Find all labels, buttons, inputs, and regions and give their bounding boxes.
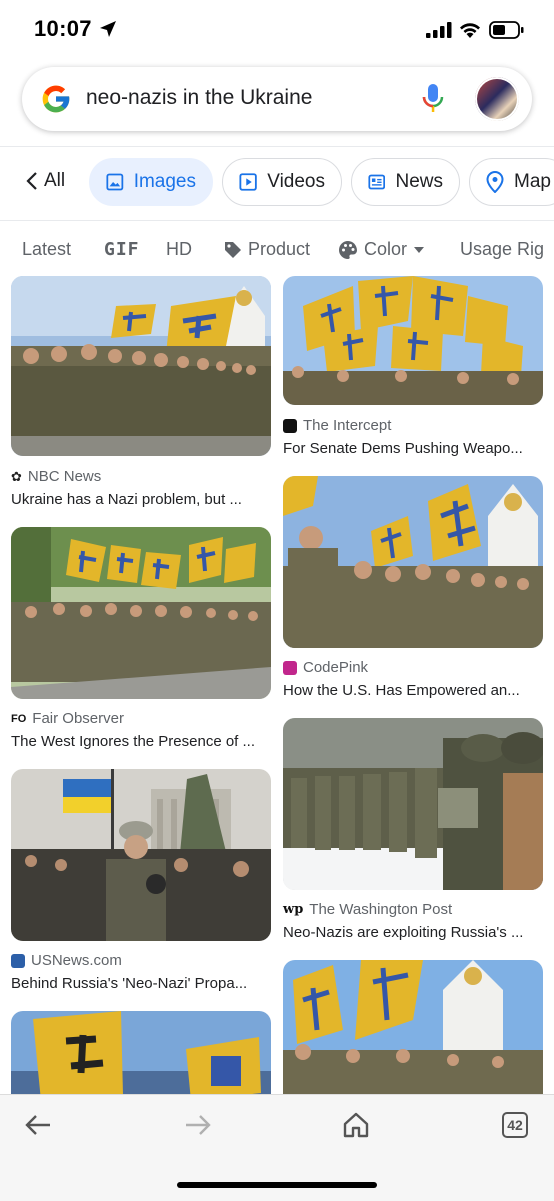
status-bar: 10:07 xyxy=(0,0,554,60)
nbc-peacock-icon: ✿ xyxy=(11,468,22,484)
tab-maps[interactable]: Map xyxy=(469,158,554,206)
tab-news[interactable]: News xyxy=(351,158,460,206)
microphone-icon[interactable] xyxy=(422,83,444,115)
result-photo xyxy=(283,718,543,890)
tab-all-label: All xyxy=(44,170,66,191)
wapo-icon: wp xyxy=(283,902,304,917)
tab-count-button[interactable]: 42 xyxy=(502,1112,528,1138)
tab-all[interactable]: All xyxy=(26,170,65,192)
map-pin-icon xyxy=(486,171,504,193)
location-arrow-icon xyxy=(100,21,116,37)
filter-product[interactable]: Product xyxy=(224,239,310,260)
palette-icon xyxy=(339,240,357,259)
result-source: wp The Washington Post xyxy=(283,901,452,918)
google-logo-icon xyxy=(42,85,70,113)
result-card[interactable]: USNews.com Behind Russia's 'Neo-Nazi' Pr… xyxy=(11,769,271,999)
result-image[interactable] xyxy=(283,476,543,648)
result-image[interactable] xyxy=(11,527,271,699)
result-card[interactable] xyxy=(283,960,543,1094)
wifi-icon xyxy=(460,23,480,38)
result-card[interactable]: CodePink How the U.S. Has Empowered an..… xyxy=(283,476,543,706)
filter-gif-label: GIF xyxy=(104,239,140,260)
filter-usage-rights-label: Usage Rig xyxy=(460,239,545,259)
result-photo xyxy=(11,1011,271,1094)
codepink-icon xyxy=(283,660,297,675)
filter-product-label: Product xyxy=(248,239,311,259)
result-photo xyxy=(11,276,271,456)
filter-hd-label: HD xyxy=(166,239,192,259)
result-card[interactable]: The Intercept For Senate Dems Pushing We… xyxy=(283,276,543,466)
cellular-signal-icon xyxy=(426,22,452,38)
home-indicator[interactable] xyxy=(177,1182,377,1188)
result-source-name: NBC News xyxy=(27,468,102,485)
result-title[interactable]: Behind Russia's 'Neo-Nazi' Propa... xyxy=(11,975,247,992)
tag-icon xyxy=(225,241,241,258)
result-title[interactable]: How the U.S. Has Empowered an... xyxy=(283,682,520,699)
fo-icon: FO xyxy=(11,712,27,725)
result-image[interactable] xyxy=(283,276,543,405)
forward-arrow-icon[interactable] xyxy=(184,1113,212,1137)
filter-gif[interactable]: GIF xyxy=(104,239,140,260)
tab-images-label: Images xyxy=(133,171,196,192)
result-source: FO Fair Observer xyxy=(11,710,124,727)
result-source: ✿ NBC News xyxy=(11,468,101,485)
intercept-icon xyxy=(283,418,297,433)
filter-latest-label: Latest xyxy=(22,239,72,259)
result-card[interactable]: ✿ NBC News Ukraine has a Nazi problem, b… xyxy=(11,276,271,516)
result-photo xyxy=(283,276,543,405)
result-source: The Intercept xyxy=(283,417,391,434)
home-icon[interactable] xyxy=(342,1111,370,1139)
tab-maps-label: Map xyxy=(514,171,551,192)
status-time: 10:07 xyxy=(34,16,92,41)
search-box[interactable]: neo-nazis in the Ukraine xyxy=(22,67,532,131)
filter-color[interactable]: Color xyxy=(338,239,425,260)
header-divider xyxy=(0,146,554,147)
result-source-name: CodePink xyxy=(303,659,369,676)
result-card[interactable] xyxy=(11,1011,271,1094)
tab-videos[interactable]: Videos xyxy=(222,158,342,206)
result-image[interactable] xyxy=(283,718,543,890)
play-icon xyxy=(239,173,257,191)
tab-images[interactable]: Images xyxy=(89,158,213,206)
result-image[interactable] xyxy=(11,1011,271,1094)
result-title[interactable]: For Senate Dems Pushing Weapo... xyxy=(283,440,523,457)
news-icon xyxy=(368,174,386,190)
tab-news-label: News xyxy=(395,171,443,192)
result-photo xyxy=(11,769,271,941)
usnews-icon xyxy=(11,953,25,968)
result-title[interactable]: Neo-Nazis are exploiting Russia's ... xyxy=(283,924,523,941)
tab-videos-label: Videos xyxy=(267,171,325,192)
tabs-divider xyxy=(0,220,554,221)
result-title[interactable]: The West Ignores the Presence of ... xyxy=(11,733,255,750)
search-tabs: All Images Videos News Map xyxy=(0,158,554,208)
result-image[interactable] xyxy=(11,276,271,456)
result-source-name: Fair Observer xyxy=(32,710,124,727)
result-image[interactable] xyxy=(11,769,271,941)
result-photo xyxy=(11,527,271,699)
caret-down-icon xyxy=(414,246,425,253)
filter-usage-rights[interactable]: Usage Rig xyxy=(460,239,544,260)
result-card[interactable]: FO Fair Observer The West Ignores the Pr… xyxy=(11,527,271,757)
result-card[interactable]: wp The Washington Post Neo-Nazis are exp… xyxy=(283,718,543,948)
result-source-name: The Intercept xyxy=(303,417,392,434)
image-icon xyxy=(106,173,124,191)
battery-icon xyxy=(489,21,524,39)
result-title[interactable]: Ukraine has a Nazi problem, but ... xyxy=(11,491,242,508)
result-source-name: USNews.com xyxy=(31,952,122,969)
chevron-left-icon xyxy=(26,172,37,190)
image-filters: Latest GIF HD Product Color Usage Rig xyxy=(0,234,554,266)
tab-count: 42 xyxy=(507,1117,523,1133)
filter-hd[interactable]: HD xyxy=(166,239,192,260)
search-query[interactable]: neo-nazis in the Ukraine xyxy=(86,86,312,110)
result-photo xyxy=(283,476,543,648)
filter-color-label: Color xyxy=(364,239,408,259)
result-image[interactable] xyxy=(283,960,543,1094)
result-source: CodePink xyxy=(283,659,368,676)
back-arrow-icon[interactable] xyxy=(24,1113,52,1137)
result-source: USNews.com xyxy=(11,952,122,969)
profile-avatar[interactable] xyxy=(475,77,519,121)
result-source-name: The Washington Post xyxy=(309,901,453,918)
filter-latest[interactable]: Latest xyxy=(22,239,71,260)
result-photo xyxy=(283,960,543,1094)
